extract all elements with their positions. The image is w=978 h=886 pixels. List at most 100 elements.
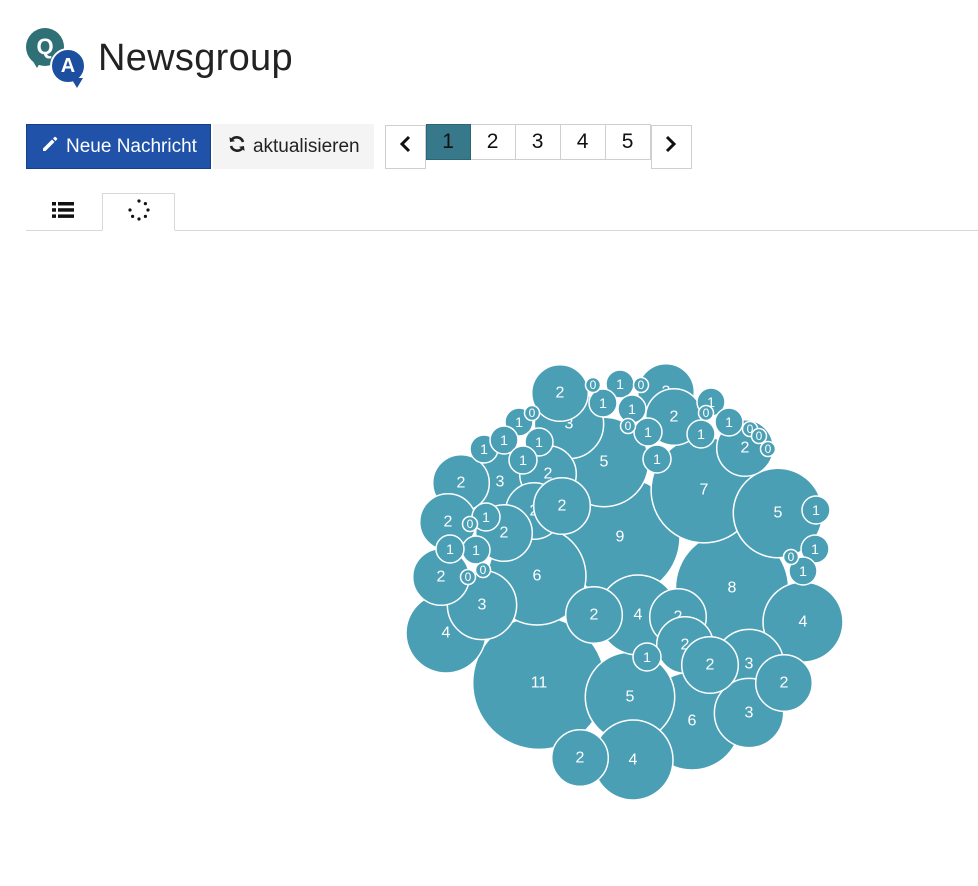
bubble-label-62: 0 xyxy=(765,442,772,456)
bubble-42[interactable] xyxy=(642,444,672,474)
bubble-51[interactable] xyxy=(800,534,830,564)
bubble-label-36: 1 xyxy=(599,395,607,411)
bubble-66[interactable] xyxy=(782,548,800,566)
bubble-17[interactable] xyxy=(464,446,536,518)
page-5-button[interactable]: 5 xyxy=(605,124,651,160)
bubble-33[interactable] xyxy=(550,728,610,788)
bubble-label-58: 0 xyxy=(625,419,632,433)
tab-list-view[interactable] xyxy=(26,193,99,231)
bubble-24[interactable] xyxy=(504,481,564,541)
bubble-11[interactable] xyxy=(597,574,679,656)
bubble-label-16: 3 xyxy=(478,597,487,614)
bubble-41[interactable] xyxy=(686,419,716,449)
bubble-9[interactable] xyxy=(405,592,487,674)
bubble-14[interactable] xyxy=(713,628,785,700)
bubble-44[interactable] xyxy=(504,407,534,437)
bubble-label-14: 3 xyxy=(745,656,754,673)
bubble-54[interactable] xyxy=(632,642,662,672)
bubble-23[interactable] xyxy=(518,444,578,504)
bubble-49[interactable] xyxy=(435,534,465,564)
bubble-29[interactable] xyxy=(648,587,708,647)
bubble-60[interactable] xyxy=(741,420,759,438)
bubble-label-37: 1 xyxy=(628,401,636,417)
bubble-64[interactable] xyxy=(459,568,477,586)
bubble-label-1: 9 xyxy=(616,529,625,546)
bubble-1[interactable] xyxy=(559,476,681,598)
bubble-label-32: 2 xyxy=(780,675,789,692)
bubble-45[interactable] xyxy=(469,434,499,464)
bubble-39[interactable] xyxy=(696,387,726,417)
bubble-35[interactable] xyxy=(605,369,635,399)
view-tabs xyxy=(26,193,978,231)
bubble-36[interactable] xyxy=(588,388,618,418)
bubble-37[interactable] xyxy=(617,394,647,424)
bubble-21[interactable] xyxy=(715,418,775,478)
bubble-53[interactable] xyxy=(788,556,818,586)
bubble-3[interactable] xyxy=(650,436,758,544)
bubble-47[interactable] xyxy=(508,445,538,475)
bubble-50[interactable] xyxy=(471,502,501,532)
bubble-63[interactable] xyxy=(461,515,479,533)
bubble-55[interactable] xyxy=(584,376,602,394)
bubble-34[interactable] xyxy=(532,476,592,536)
bubble-38[interactable] xyxy=(633,417,663,447)
bubble-25[interactable] xyxy=(418,492,478,552)
bubble-5[interactable] xyxy=(642,671,742,771)
bubble-19[interactable] xyxy=(636,362,696,422)
bubble-label-3: 7 xyxy=(700,482,709,499)
bubble-0[interactable] xyxy=(471,615,607,751)
bubble-61[interactable] xyxy=(750,427,768,445)
bubble-label-51: 1 xyxy=(811,541,819,557)
bubble-8[interactable] xyxy=(584,651,676,743)
bubble-label-13: 3 xyxy=(565,416,574,433)
bubble-4[interactable] xyxy=(487,526,587,626)
bubble-15[interactable] xyxy=(713,677,785,749)
bubble-13[interactable] xyxy=(533,388,605,460)
bubble-label-35: 1 xyxy=(616,376,624,392)
refresh-button[interactable]: aktualisieren xyxy=(212,124,374,169)
chevron-right-icon xyxy=(664,135,678,159)
bubble-48[interactable] xyxy=(461,535,491,565)
bubble-label-24: 2 xyxy=(530,503,539,520)
bubble-32[interactable] xyxy=(754,653,814,713)
bubble-18[interactable] xyxy=(530,363,590,423)
bubble-65[interactable] xyxy=(474,561,492,579)
bubble-10[interactable] xyxy=(762,581,844,663)
bubble-22[interactable] xyxy=(431,453,491,513)
bubble-2[interactable] xyxy=(674,530,790,646)
toolbar: Neue Nachricht aktualisieren 1 2 3 4 5 xyxy=(26,124,692,169)
bubble-7[interactable] xyxy=(732,467,824,559)
tab-bubble-view[interactable] xyxy=(102,193,175,231)
bubble-62[interactable] xyxy=(759,440,777,458)
bubble-31[interactable] xyxy=(680,635,740,695)
bubble-46[interactable] xyxy=(489,425,519,455)
bubble-56[interactable] xyxy=(632,376,650,394)
bubble-label-50: 1 xyxy=(482,509,490,525)
bubbles-icon xyxy=(127,198,151,227)
bubble-12[interactable] xyxy=(592,719,674,801)
page-1-button[interactable]: 1 xyxy=(425,124,471,160)
bubble-43[interactable] xyxy=(524,427,554,457)
bubble-26[interactable] xyxy=(474,503,534,563)
bubble-6[interactable] xyxy=(558,416,650,508)
page-4-button[interactable]: 4 xyxy=(560,124,606,160)
bubble-16[interactable] xyxy=(446,569,518,641)
bubble-58[interactable] xyxy=(619,417,637,435)
bubble-label-57: 0 xyxy=(529,406,536,420)
bubble-20[interactable] xyxy=(644,387,704,447)
new-message-button[interactable]: Neue Nachricht xyxy=(26,124,211,169)
bubble-label-23: 2 xyxy=(544,466,553,483)
bubble-28[interactable] xyxy=(564,585,624,645)
bubble-57[interactable] xyxy=(523,404,541,422)
bubble-52[interactable] xyxy=(801,495,831,525)
bubble-59[interactable] xyxy=(697,404,715,422)
bubble-30[interactable] xyxy=(655,615,715,675)
page-2-button[interactable]: 2 xyxy=(470,124,516,160)
prev-page-button[interactable] xyxy=(384,125,426,169)
bubble-40[interactable] xyxy=(714,407,744,437)
bubble-label-22: 2 xyxy=(457,475,466,492)
bubble-label-19: 2 xyxy=(662,384,671,401)
bubble-27[interactable] xyxy=(411,547,471,607)
page-3-button[interactable]: 3 xyxy=(515,124,561,160)
next-page-button[interactable] xyxy=(650,125,692,169)
